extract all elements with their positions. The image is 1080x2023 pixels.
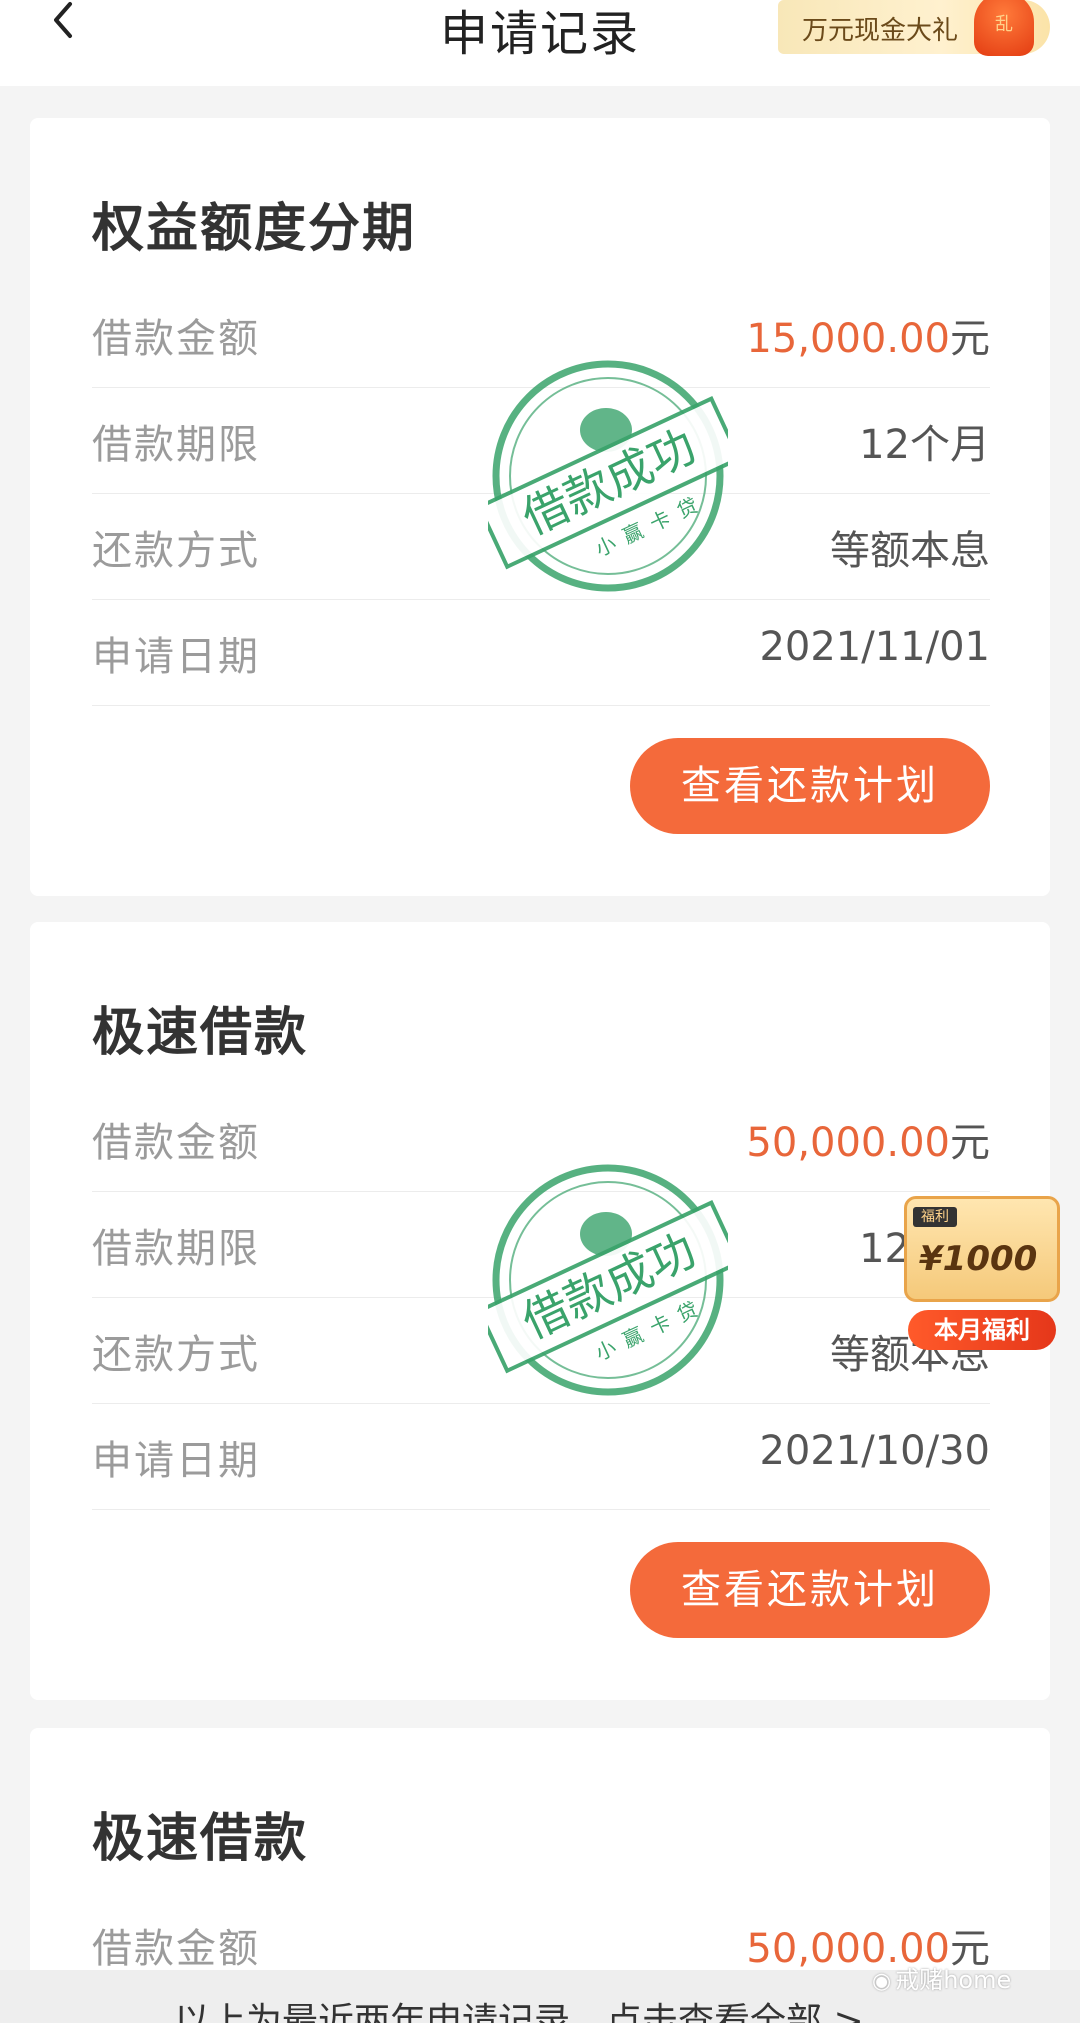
loan-amount-value: 15,000.00元	[746, 306, 990, 364]
view-repayment-plan-button[interactable]: 查看还款计划	[630, 1542, 990, 1638]
loan-term-label: 借款期限	[92, 422, 260, 468]
view-repayment-plan-button[interactable]: 查看还款计划	[630, 738, 990, 834]
apply-date-label: 申请日期	[92, 1438, 260, 1484]
header-bar: 申请记录 万元现金大礼 乱	[0, 0, 1080, 86]
watermark: ◉ 戒赌home	[872, 1960, 1011, 1995]
loan-product-title: 权益额度分期	[92, 199, 417, 259]
red-envelope-icon: 乱	[974, 0, 1034, 56]
loan-amount-unit: 元	[950, 1120, 990, 1166]
loan-product-title: 极速借款	[92, 1809, 309, 1869]
loan-product-title: 极速借款	[92, 1003, 309, 1063]
repayment-method-label: 还款方式	[92, 1332, 260, 1378]
monthly-bonus-float-button[interactable]: 福利 ¥1000 本月福利	[896, 1186, 1070, 1356]
promo-banner[interactable]: 万元现金大礼 乱	[778, 0, 1050, 56]
bonus-coupon: 福利 ¥1000	[904, 1196, 1060, 1302]
loan-amount-label: 借款金额	[92, 316, 260, 362]
red-envelope-char: 乱	[995, 14, 1013, 35]
loan-amount-unit: 元	[950, 316, 990, 362]
wechat-icon: ◉	[872, 1969, 892, 1994]
repayment-method-value: 等额本息	[830, 528, 990, 574]
apply-date-row: 申请日期 2021/11/01	[92, 600, 990, 706]
loan-amount-number: 50,000.00	[746, 1120, 950, 1166]
loan-amount-label: 借款金额	[92, 1120, 260, 1166]
loan-term-value: 12个月	[859, 422, 990, 468]
bonus-caption: 本月福利	[908, 1310, 1056, 1350]
bonus-amount: ¥1000	[919, 1239, 1038, 1279]
apply-date-label: 申请日期	[92, 634, 260, 680]
bonus-tag: 福利	[913, 1207, 957, 1227]
loan-success-stamp: 借款成功 小赢卡贷	[476, 1160, 742, 1400]
apply-date-value: 2021/11/01	[759, 624, 990, 670]
loan-amount-number: 15,000.00	[746, 316, 950, 362]
loan-success-stamp: 借款成功 小赢卡贷	[476, 356, 742, 596]
watermark-text: 戒赌home	[895, 1966, 1012, 1994]
repayment-method-label: 还款方式	[92, 528, 260, 574]
loan-amount-label: 借款金额	[92, 1926, 260, 1972]
loan-amount-value: 50,000.00元	[746, 1110, 990, 1168]
promo-banner-label: 万元现金大礼	[802, 16, 959, 46]
apply-date-row: 申请日期 2021/10/30	[92, 1404, 990, 1510]
apply-date-value: 2021/10/30	[759, 1428, 990, 1474]
loan-term-label: 借款期限	[92, 1226, 260, 1272]
view-all-records-link[interactable]: 以上为最近两年申请记录，点击查看全部 >	[174, 1992, 864, 2023]
